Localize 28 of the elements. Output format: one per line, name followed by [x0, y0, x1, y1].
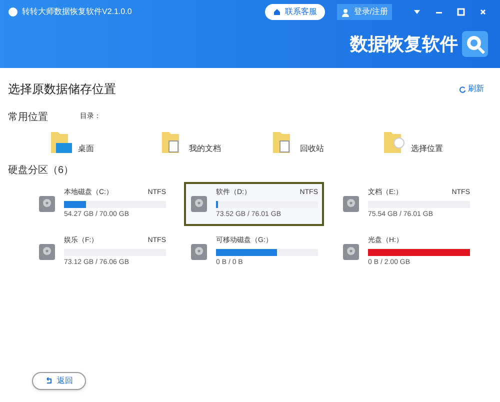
refresh-icon	[459, 86, 466, 92]
magnifier-logo-icon	[462, 31, 488, 57]
hard-drive-icon	[342, 243, 360, 261]
back-arrow-icon	[45, 377, 53, 385]
close-icon[interactable]	[478, 7, 488, 17]
location-item[interactable]: 选择位置	[381, 129, 492, 155]
partitions-label: 硬盘分区（6）	[8, 164, 75, 178]
location-item[interactable]: 回收站	[270, 129, 381, 155]
hard-drive-icon	[190, 243, 208, 261]
refresh-button[interactable]: 刷新	[459, 83, 484, 95]
section-heading: 选择原数据储存位置	[8, 81, 116, 98]
hard-drive-icon	[38, 195, 56, 213]
location-item[interactable]: 我的文档	[159, 129, 270, 155]
location-item[interactable]: 桌面	[48, 129, 159, 155]
back-button[interactable]: 返回	[32, 372, 86, 390]
user-icon	[340, 8, 350, 16]
service-button[interactable]: 联系客服	[264, 4, 325, 20]
hard-drive-icon	[190, 195, 208, 213]
home-icon	[272, 8, 281, 16]
hard-drive-icon	[38, 243, 56, 261]
logo-text: 数据恢复软件	[350, 32, 458, 56]
maximize-icon[interactable]	[456, 7, 466, 17]
app-logo-icon	[8, 7, 18, 17]
folder-icon	[381, 129, 407, 155]
common-locations-label: 常用位置	[8, 110, 48, 125]
hard-drive-icon	[342, 195, 360, 213]
window-title: 转转大师数据恢复软件V2.1.0.0	[22, 6, 132, 18]
folder-icon	[48, 129, 74, 155]
